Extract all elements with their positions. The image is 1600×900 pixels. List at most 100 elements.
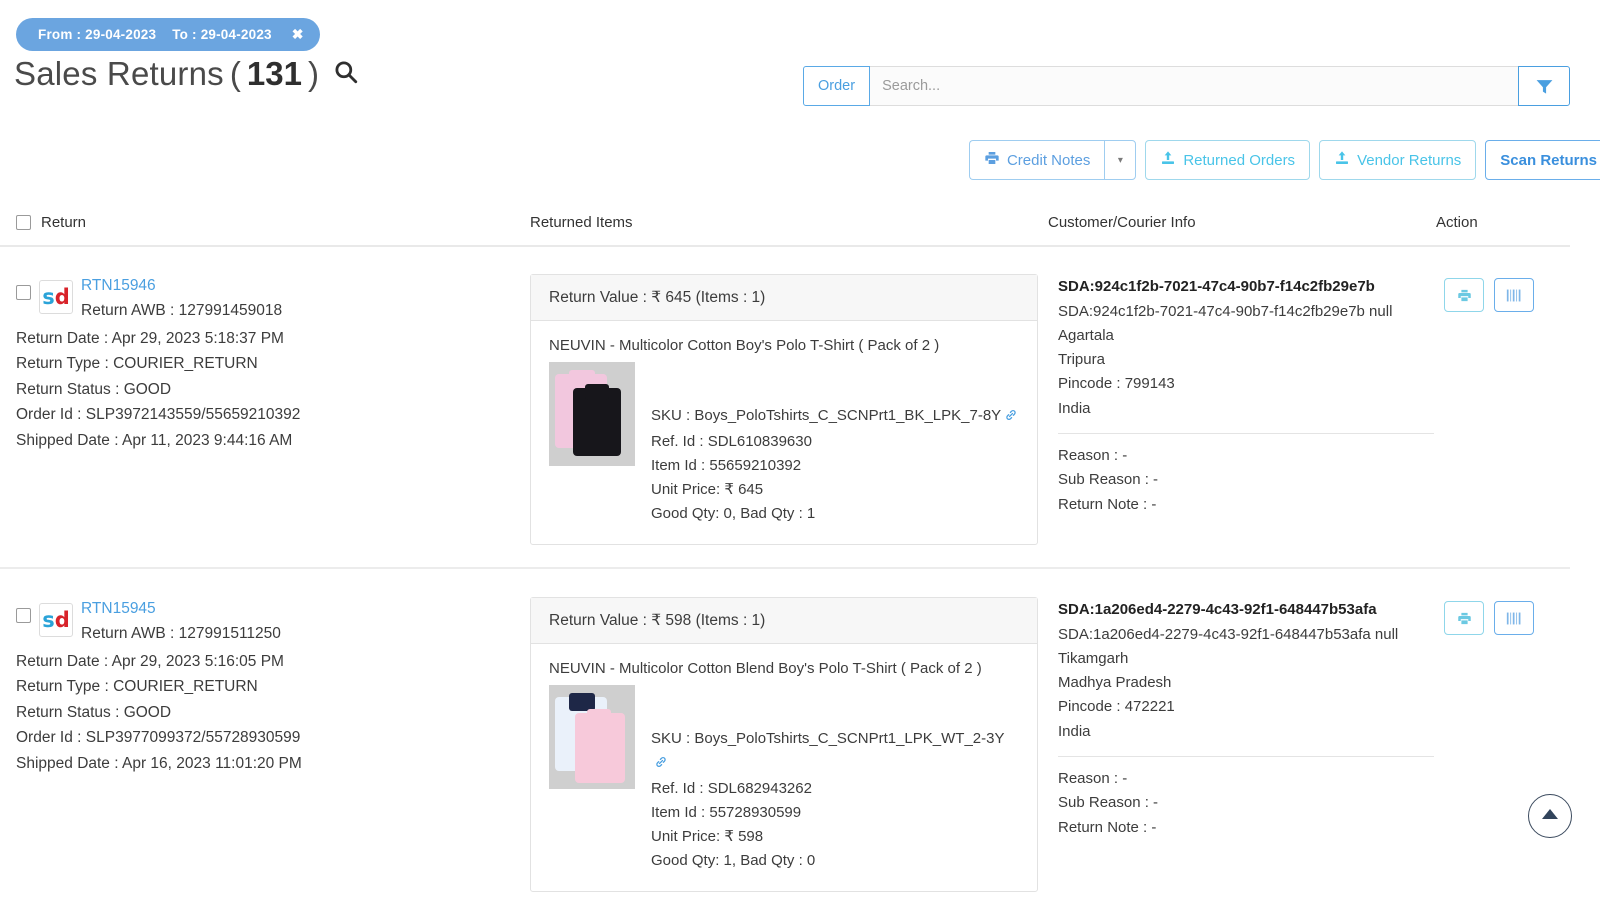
return-note: Return Note : - <box>1058 495 1157 513</box>
column-header-return-label: Return <box>41 214 87 231</box>
return-sub-reason: Sub Reason : - <box>1058 794 1159 812</box>
row-checkbox[interactable] <box>16 608 31 623</box>
return-date: Return Date : Apr 29, 2023 5:18:37 PM <box>16 329 284 347</box>
page-title-text: Sales Returns <box>14 55 224 92</box>
customer-country: India <box>1058 399 1091 417</box>
customer-address: SDA:924c1f2b-7021-47c4-90b7-f14c2fb29e7b… <box>1058 302 1393 320</box>
product-item-id: Item Id : 55728930599 <box>651 804 802 821</box>
date-from-label: From : 29-04-2023 <box>38 27 157 42</box>
return-identity: sd RTN15946 Return AWB : 127991459018 <box>16 274 530 324</box>
action-cell <box>1436 597 1566 892</box>
customer-address: SDA:1a206ed4-2279-4c43-92f1-648447b53afa… <box>1058 625 1399 643</box>
upload-icon <box>1160 150 1176 170</box>
action-toolbar: Credit Notes ▾ Returned Orders Vendor Re… <box>968 140 1600 180</box>
credit-notes-button[interactable]: Credit Notes <box>968 140 1105 180</box>
customer-country: India <box>1058 722 1091 740</box>
product-meta: SKU : Boys_PoloTshirts_C_SCNPrt1_BK_LPK_… <box>651 362 1018 526</box>
divider <box>1058 432 1434 434</box>
return-reason: Reason : - <box>1058 446 1128 464</box>
count-open-paren: ( <box>229 55 241 92</box>
shipped-date: Shipped Date : Apr 11, 2023 9:44:16 AM <box>16 431 293 449</box>
customer-courier-cell: SDA:924c1f2b-7021-47c4-90b7-f14c2fb29e7b… <box>1048 274 1436 545</box>
product-item-id: Item Id : 55659210392 <box>651 457 802 474</box>
product-qty: Good Qty: 1, Bad Qty : 0 <box>651 852 816 869</box>
scan-returns-label: Scan Returns <box>1500 151 1597 169</box>
shipped-date: Shipped Date : Apr 16, 2023 11:01:20 PM <box>16 754 302 772</box>
credit-notes-split-button: Credit Notes ▾ <box>968 140 1137 180</box>
return-awb: Return AWB : 127991459018 <box>81 302 283 320</box>
customer-name: SDA:1a206ed4-2279-4c43-92f1-648447b53afa <box>1058 601 1377 618</box>
table-row: sd RTN15946 Return AWB : 127991459018 Re… <box>0 258 1570 569</box>
returned-items-cell: Return Value : ₹ 598 (Items : 1) NEUVIN … <box>530 597 1048 892</box>
chevron-down-icon[interactable]: ▾ <box>1104 140 1137 180</box>
print-button[interactable] <box>1444 278 1484 312</box>
credit-notes-label: Credit Notes <box>1006 151 1091 169</box>
order-id: Order Id : SLP3972143559/55659210392 <box>16 406 301 424</box>
returned-items-cell: Return Value : ₹ 645 (Items : 1) NEUVIN … <box>530 274 1048 545</box>
return-cell: sd RTN15946 Return AWB : 127991459018 Re… <box>0 274 530 545</box>
link-icon[interactable] <box>1004 406 1018 430</box>
search-icon[interactable] <box>333 59 359 90</box>
product-sku: SKU : Boys_PoloTshirts_C_SCNPrt1_BK_LPK_… <box>651 404 1018 430</box>
returned-orders-button[interactable]: Returned Orders <box>1145 140 1311 180</box>
upload-icon <box>1334 150 1350 170</box>
close-icon[interactable]: ✖ <box>288 26 304 43</box>
triangle-up-icon <box>1541 807 1559 825</box>
snapdeal-logo-icon: sd <box>39 603 73 637</box>
return-identity: sd RTN15945 Return AWB : 127991511250 <box>16 597 530 647</box>
search-input[interactable] <box>870 66 1518 106</box>
barcode-button[interactable] <box>1494 278 1534 312</box>
returned-orders-label: Returned Orders <box>1183 151 1296 169</box>
search-bar: Order <box>803 66 1570 106</box>
return-id-link[interactable]: RTN15945 <box>81 597 281 621</box>
select-all-checkbox[interactable] <box>16 215 31 230</box>
filter-chip-row: From : 29-04-2023 To : 29-04-2023 ✖ <box>0 0 1600 51</box>
customer-city: Tikamgarh <box>1058 649 1129 667</box>
product-meta: SKU : Boys_PoloTshirts_C_SCNPrt1_LPK_WT_… <box>651 685 1019 873</box>
return-type: Return Type : COURIER_RETURN <box>16 355 258 373</box>
action-cell <box>1436 274 1566 545</box>
item-card: Return Value : ₹ 598 (Items : 1) NEUVIN … <box>530 597 1038 892</box>
customer-city: Agartala <box>1058 326 1114 344</box>
customer-courier-cell: SDA:1a206ed4-2279-4c43-92f1-648447b53afa… <box>1048 597 1436 892</box>
print-button[interactable] <box>1444 601 1484 635</box>
scan-returns-button[interactable]: Scan Returns <box>1485 140 1600 180</box>
product-title: NEUVIN - Multicolor Cotton Blend Boy's P… <box>549 660 982 677</box>
scroll-to-top-button[interactable] <box>1528 794 1572 838</box>
column-header-return: Return <box>0 214 530 231</box>
funnel-icon[interactable] <box>1518 66 1570 106</box>
sales-returns-page: From : 29-04-2023 To : 29-04-2023 ✖ Sale… <box>0 0 1600 900</box>
product-thumbnail <box>549 362 635 466</box>
printer-icon <box>984 150 1000 170</box>
returns-count: 131 <box>246 55 302 92</box>
product-sku: SKU : Boys_PoloTshirts_C_SCNPrt1_LPK_WT_… <box>651 727 1019 777</box>
date-to-label: To : 29-04-2023 <box>172 27 272 42</box>
order-id: Order Id : SLP3977099372/55728930599 <box>16 729 301 747</box>
return-date: Return Date : Apr 29, 2023 5:16:05 PM <box>16 652 284 670</box>
vendor-returns-button[interactable]: Vendor Returns <box>1319 140 1477 180</box>
customer-name: SDA:924c1f2b-7021-47c4-90b7-f14c2fb29e7b <box>1058 278 1375 295</box>
return-cell: sd RTN15945 Return AWB : 127991511250 Re… <box>0 597 530 892</box>
table-row: sd RTN15945 Return AWB : 127991511250 Re… <box>0 581 1570 900</box>
return-value-header: Return Value : ₹ 598 (Items : 1) <box>531 598 1037 644</box>
link-icon[interactable] <box>654 753 668 777</box>
item-card: Return Value : ₹ 645 (Items : 1) NEUVIN … <box>530 274 1038 545</box>
return-awb: Return AWB : 127991511250 <box>81 625 281 643</box>
search-scope-order[interactable]: Order <box>803 66 871 106</box>
table-header: Return Returned Items Customer/Courier I… <box>0 214 1570 247</box>
barcode-button[interactable] <box>1494 601 1534 635</box>
product-thumbnail <box>549 685 635 789</box>
customer-pincode: Pincode : 472221 <box>1058 698 1175 716</box>
product-ref-id: Ref. Id : SDL610839630 <box>651 433 812 450</box>
return-type: Return Type : COURIER_RETURN <box>16 678 258 696</box>
column-header-action: Action <box>1436 214 1478 231</box>
product-qty: Good Qty: 0, Bad Qty : 1 <box>651 505 816 522</box>
product-unit-price: Unit Price: ₹ 645 <box>651 481 764 498</box>
return-reason: Reason : - <box>1058 769 1128 787</box>
row-checkbox[interactable] <box>16 285 31 300</box>
return-id-link[interactable]: RTN15946 <box>81 274 282 298</box>
return-sub-reason: Sub Reason : - <box>1058 471 1159 489</box>
column-header-returned-items: Returned Items <box>530 214 633 231</box>
return-note: Return Note : - <box>1058 818 1157 836</box>
date-range-chip[interactable]: From : 29-04-2023 To : 29-04-2023 ✖ <box>16 18 320 51</box>
